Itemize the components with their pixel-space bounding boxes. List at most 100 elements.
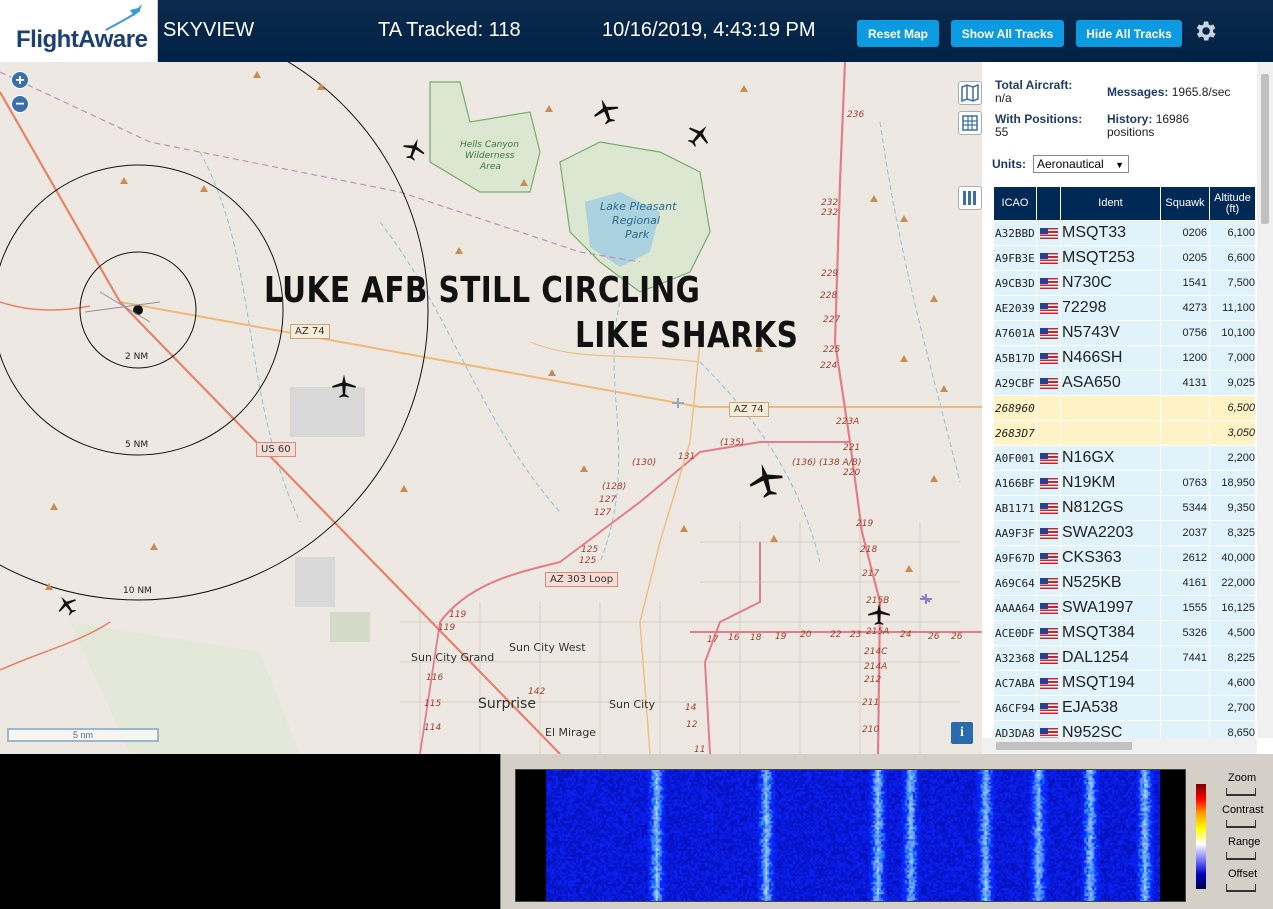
altitude-cell: 40,000 [1209, 545, 1256, 571]
spectrum-waterfall-panel: Zoom Contrast Range Offset [500, 754, 1273, 909]
map-view[interactable]: 236 232 232 229 228 227 225 224 223A 221 220 219… [0, 62, 982, 754]
aircraft-icon[interactable] [746, 460, 786, 500]
table-row[interactable]: A7601A N5743V 0756 10,100 [993, 320, 1256, 346]
gear-icon[interactable] [1192, 18, 1218, 44]
table-row[interactable]: A9CB3D N730C 1541 7,500 [993, 270, 1256, 296]
table-row[interactable]: 2683D7 3,050 [993, 420, 1256, 446]
svg-text:125: 125 [579, 556, 596, 566]
icao-cell: 2683D7 [993, 420, 1037, 446]
messages-label: Messages: [1107, 85, 1169, 99]
svg-text:217: 217 [862, 569, 879, 579]
us-flag-icon [1039, 577, 1058, 589]
scroll-thumb[interactable] [1261, 74, 1269, 224]
us-flag-icon [1039, 377, 1058, 389]
flightaware-logo[interactable]: FlightAware [0, 0, 158, 62]
table-row[interactable]: AB1171 N812GS 5344 9,350 [993, 495, 1256, 521]
altitude-cell: 2,700 [1209, 695, 1256, 721]
squawk-cell: 5326 [1160, 620, 1210, 646]
svg-text:125: 125 [581, 545, 598, 555]
svg-text:116: 116 [426, 673, 443, 683]
table-row[interactable]: 268960 6,500 [993, 395, 1256, 421]
column-header-icao[interactable]: ICAO [993, 186, 1037, 221]
table-row[interactable]: ACE0DF MSQT384 5326 4,500 [993, 620, 1256, 646]
map-layers-button[interactable] [958, 81, 982, 105]
offset-slider[interactable] [1226, 884, 1256, 892]
ident-cell: N812GS [1060, 495, 1161, 521]
table-row[interactable]: A32BBD MSQT33 0206 6,100 [993, 220, 1256, 246]
grid-button[interactable] [958, 111, 982, 135]
svg-text:210: 210 [862, 725, 879, 735]
color-scale [1196, 784, 1206, 889]
table-row[interactable]: AAAA64 SWA1997 1555 16,125 [993, 595, 1256, 621]
us-flag-icon [1039, 727, 1058, 739]
zoom-in-button[interactable]: + [11, 71, 29, 89]
positions-label: With Positions: [995, 112, 1083, 126]
grid-icon [962, 115, 978, 131]
aircraft-icon[interactable] [685, 121, 713, 149]
aircraft-icon[interactable] [55, 593, 79, 617]
units-select[interactable]: Aeronautical [1033, 155, 1129, 173]
place-label: Regional [612, 214, 660, 227]
table-row[interactable]: A5B17D N466SH 1200 7,000 [993, 345, 1256, 371]
svg-text:219: 219 [856, 519, 873, 529]
column-header-squawk[interactable]: Squawk [1160, 186, 1210, 221]
aircraft-icon[interactable] [591, 96, 621, 126]
flag-cell [1036, 295, 1061, 321]
place-label: Surprise [478, 696, 536, 712]
squawk-cell: 4161 [1160, 570, 1210, 596]
place-label: Area [480, 162, 501, 172]
table-row[interactable]: A0F001 N16GX 2,200 [993, 445, 1256, 471]
squawk-cell: 1555 [1160, 595, 1210, 621]
squawk-cell: 0205 [1160, 245, 1210, 271]
svg-text:225: 225 [823, 345, 840, 355]
ident-cell: MSQT33 [1060, 220, 1161, 246]
horizontal-scrollbar[interactable] [982, 738, 1257, 754]
overlay-caption-line1: LUKE AFB STILL CIRCLING [264, 270, 701, 311]
total-aircraft-label: Total Aircraft: [995, 78, 1073, 92]
zoom-out-button[interactable]: − [11, 95, 29, 113]
aircraft-icon[interactable] [330, 372, 358, 400]
current-datetime: 10/16/2019, 4:43:19 PM [602, 19, 816, 41]
table-row[interactable]: A32368 DAL1254 7441 8,225 [993, 645, 1256, 671]
table-row[interactable]: A29CBF ASA650 4131 9,025 [993, 370, 1256, 396]
squawk-cell: 0206 [1160, 220, 1210, 246]
svg-text:221: 221 [843, 443, 860, 453]
info-button[interactable]: i [951, 722, 973, 744]
contrast-slider[interactable] [1226, 820, 1256, 828]
altitude-cell: 11,100 [1209, 295, 1256, 321]
flag-cell [1036, 520, 1061, 546]
table-row[interactable]: A6CF94 EJA538 2,700 [993, 695, 1256, 721]
icao-cell: A6CF94 [993, 695, 1037, 721]
show-all-tracks-button[interactable]: Show All Tracks [951, 20, 1064, 47]
reset-map-button[interactable]: Reset Map [857, 20, 939, 47]
ident-cell: N19KM [1060, 470, 1161, 496]
hide-all-tracks-button[interactable]: Hide All Tracks [1076, 20, 1182, 47]
range-label: Range [1228, 836, 1261, 848]
table-row[interactable]: A166BF N19KM 0763 18,950 [993, 470, 1256, 496]
range-slider[interactable] [1226, 852, 1256, 860]
aircraft-table: ICAO Ident Squawk Altitude (ft) A32BBD MS… [993, 186, 1256, 746]
squawk-cell: 1200 [1160, 345, 1210, 371]
column-header-altitude[interactable]: Altitude (ft) [1209, 186, 1256, 221]
zoom-slider[interactable] [1226, 788, 1256, 796]
table-row[interactable]: AE2039 72298 4273 11,100 [993, 295, 1256, 321]
table-row[interactable]: A9F67D CKS363 2612 40,000 [993, 545, 1256, 571]
aircraft-icon[interactable] [401, 136, 427, 162]
svg-text:119: 119 [449, 610, 466, 620]
column-header-flag[interactable] [1036, 186, 1061, 221]
vertical-scrollbar[interactable] [1257, 62, 1273, 738]
table-row[interactable]: A69C64 N525KB 4161 22,000 [993, 570, 1256, 596]
table-row[interactable]: AC7ABA MSQT194 4,600 [993, 670, 1256, 696]
altitude-cell: 9,025 [1209, 370, 1256, 396]
aircraft-icon[interactable] [866, 601, 892, 627]
table-row[interactable]: AA9F3F SWA2203 2037 8,325 [993, 520, 1256, 546]
svg-text:24: 24 [900, 630, 912, 640]
total-aircraft-value: n/a [995, 91, 1012, 105]
column-header-ident[interactable]: Ident [1060, 186, 1161, 221]
units-label: Units: [992, 157, 1026, 171]
contrast-label: Contrast [1222, 804, 1264, 816]
scroll-thumb[interactable] [996, 742, 1132, 750]
offset-label: Offset [1228, 868, 1258, 880]
columns-toggle-button[interactable] [958, 186, 982, 210]
table-row[interactable]: A9FB3E MSQT253 0205 6,600 [993, 245, 1256, 271]
